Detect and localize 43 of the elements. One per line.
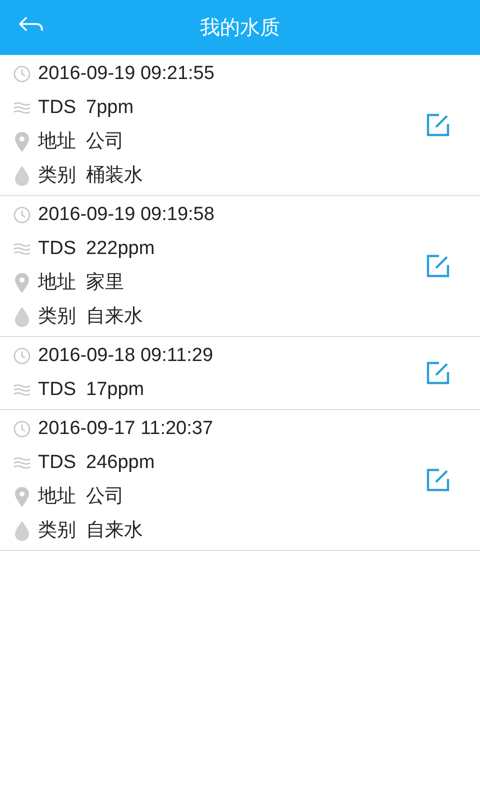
field-label: TDS	[38, 236, 76, 261]
waves-icon	[13, 456, 31, 470]
clock-icon	[13, 420, 31, 438]
water-drop-icon	[15, 521, 29, 541]
waves-icon	[13, 101, 31, 115]
field-value: 246ppm	[86, 450, 155, 475]
record-time: 2016-09-19 09:19:58	[38, 202, 214, 227]
water-drop-icon	[15, 166, 29, 186]
field-value: 公司	[86, 130, 124, 154]
field-label: TDS	[38, 450, 76, 475]
clock-icon	[13, 65, 31, 83]
field-label: 类别	[38, 164, 76, 188]
location-pin-icon	[15, 273, 29, 293]
field-value: 家里	[86, 270, 124, 295]
record-time: 2016-09-17 11:20:37	[38, 416, 214, 441]
clock-icon	[13, 206, 31, 224]
edit-icon[interactable]	[426, 468, 450, 492]
field-value: 17ppm	[86, 378, 144, 402]
field-value: 222ppm	[86, 236, 155, 261]
edit-icon[interactable]	[426, 361, 450, 385]
location-pin-icon	[15, 487, 29, 507]
record-time: 2016-09-18 09:11:29	[38, 344, 214, 368]
field-label: TDS	[38, 378, 76, 402]
water-drop-icon	[15, 307, 29, 327]
page-title: 我的水质	[200, 16, 280, 40]
location-pin-icon	[15, 132, 29, 152]
field-value: 自来水	[86, 304, 143, 329]
field-label: 地址	[38, 484, 76, 509]
waves-icon	[13, 242, 31, 256]
edit-icon[interactable]	[426, 254, 450, 278]
edit-icon[interactable]	[426, 113, 450, 137]
waves-icon	[13, 383, 31, 397]
record-time: 2016-09-19 09:21:55	[38, 62, 214, 86]
field-value: 7ppm	[86, 96, 134, 120]
field-value: 公司	[86, 484, 124, 509]
field-label: 类别	[38, 304, 76, 329]
field-value: 自来水	[86, 518, 143, 543]
field-label: TDS	[38, 96, 76, 120]
field-label: 类别	[38, 518, 76, 543]
clock-icon	[13, 347, 31, 365]
field-label: 地址	[38, 130, 76, 154]
field-label: 地址	[38, 270, 76, 295]
field-value: 桶装水	[86, 164, 143, 188]
